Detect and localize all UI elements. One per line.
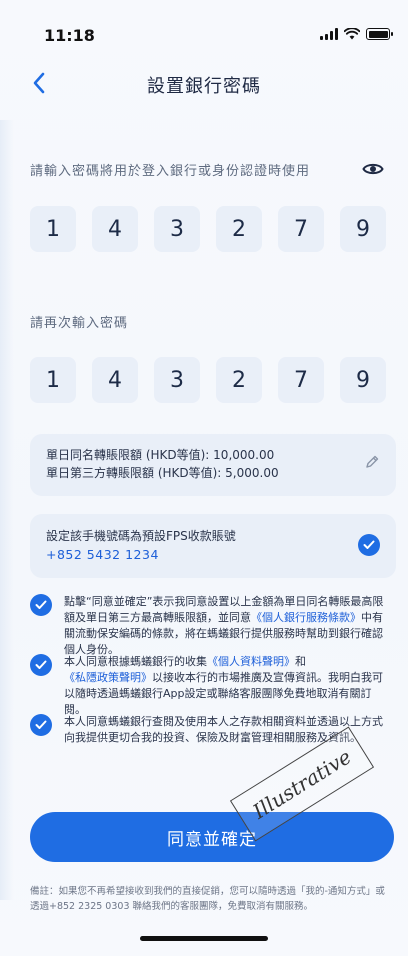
fps-checkbox[interactable]: [358, 534, 380, 556]
pin-digit-box[interactable]: 7: [278, 206, 324, 252]
check-icon: [35, 720, 47, 729]
consent-checkbox-terms[interactable]: [30, 594, 52, 616]
terms-link[interactable]: 《個人銀行服務條款》: [251, 611, 361, 624]
confirm-pin-digit-box[interactable]: 2: [216, 357, 262, 403]
wifi-icon: [344, 28, 360, 40]
privacy-policy-link[interactable]: 《私隱政策聲明》: [64, 671, 152, 684]
pencil-icon: [366, 455, 379, 468]
page-title: 設置銀行密碼: [147, 76, 261, 97]
pin-digit-box[interactable]: 1: [30, 206, 76, 252]
confirm-pin-row[interactable]: 1 4 3 2 7 9: [30, 357, 386, 403]
footer-note: 備註：如果您不再希望接收到我們的直接促銷，您可以隨時透過「我的-通知方式」或透過…: [30, 886, 385, 912]
password-prompt: 請輸入密碼將用於登入銀行或身份認證時使用: [30, 164, 311, 179]
pin-digit-box[interactable]: 9: [340, 206, 386, 252]
pin-digit-box[interactable]: 3: [154, 206, 200, 252]
consent-checkbox-marketing[interactable]: [30, 654, 52, 676]
transfer-limits-card: 單日同名轉賬限額 (HKD等值): 10,000.00 單日第三方轉賬限額 (H…: [30, 434, 396, 496]
confirm-password-prompt: 請再次輸入密碼: [30, 316, 129, 331]
signal-icon: [320, 28, 338, 40]
confirm-pin-digit-box[interactable]: 7: [278, 357, 324, 403]
agree-confirm-button[interactable]: 同意並確定: [30, 812, 394, 862]
confirm-pin-digit-box[interactable]: 1: [30, 357, 76, 403]
consent-text-marketing: 本人同意根據螞蟻銀行的收集《個人資料聲明》和《私隱政策聲明》以接收本行的市場推廣…: [64, 655, 383, 716]
consent-item-marketing: 本人同意根據螞蟻銀行的收集《個人資料聲明》和《私隱政策聲明》以接收本行的市場推廣…: [30, 654, 392, 716]
consent-checkbox-data-use[interactable]: [30, 714, 52, 736]
status-icons: [320, 28, 393, 40]
home-indicator: [140, 936, 268, 941]
consent-item-terms: 點擊“同意並確定”表示我同意設置以上金額為單日同名轉賬最高限額及單日第三方最高轉…: [30, 594, 392, 660]
pin-digit-box[interactable]: 2: [216, 206, 262, 252]
consent-text-terms: 點擊“同意並確定”表示我同意設置以上金額為單日同名轉賬最高限額及單日第三方最高轉…: [64, 595, 384, 656]
same-name-limit: 單日同名轉賬限額 (HKD等值): 10,000.00: [46, 448, 275, 462]
fps-phone-number: +852 5432 1234: [46, 547, 159, 562]
status-time: 11:18: [44, 26, 95, 45]
confirm-pin-digit-box[interactable]: 9: [340, 357, 386, 403]
battery-icon: [366, 28, 393, 40]
screen: 11:18 設置銀行密碼 請輸入密碼將用於登入銀行或身份認證時使用 1 4 3 …: [0, 0, 408, 956]
third-party-limit: 單日第三方轉賬限額 (HKD等值): 5,000.00: [46, 466, 279, 480]
personal-data-link[interactable]: 《個人資料聲明》: [207, 655, 295, 668]
check-icon: [363, 540, 375, 549]
left-edge-shade: [0, 120, 14, 900]
pin-digit-box[interactable]: 4: [92, 206, 138, 252]
edit-limits-button[interactable]: [364, 454, 380, 474]
eye-icon: [362, 163, 384, 175]
password-pin-row[interactable]: 1 4 3 2 7 9: [30, 206, 386, 252]
check-icon: [35, 600, 47, 609]
confirm-pin-digit-box[interactable]: 4: [92, 357, 138, 403]
confirm-pin-digit-box[interactable]: 3: [154, 357, 200, 403]
fps-title: 設定該手機號碼為預設FPS收款賬號: [46, 529, 236, 543]
nav-bar: 設置銀行密碼: [0, 62, 408, 106]
toggle-visibility-button[interactable]: [360, 158, 386, 180]
fps-card[interactable]: 設定該手機號碼為預設FPS收款賬號 +852 5432 1234: [30, 514, 396, 578]
check-icon: [35, 660, 47, 669]
status-bar: 11:18: [0, 0, 408, 60]
